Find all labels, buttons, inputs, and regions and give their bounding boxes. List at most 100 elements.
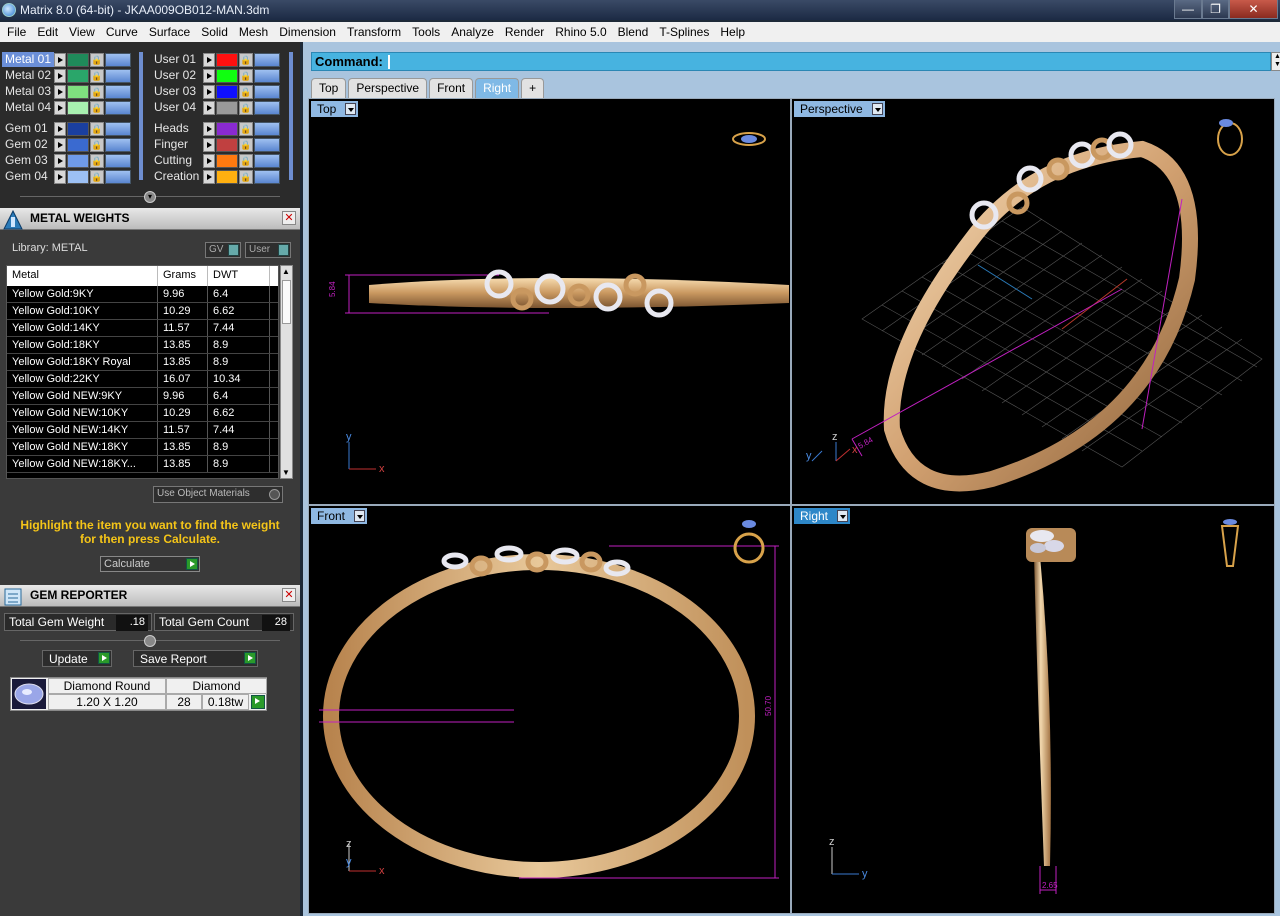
lock-icon[interactable]: 🔒 (239, 100, 253, 115)
table-row[interactable]: Yellow Gold NEW:9KY 9.96 6.4 (7, 388, 278, 405)
layer-name[interactable]: Heads (151, 121, 203, 136)
layer-color-swatch[interactable] (67, 68, 89, 83)
menu-curve[interactable]: Curve (101, 25, 144, 39)
calculate-button[interactable]: Calculate (100, 556, 200, 572)
visibility-toggle[interactable] (105, 153, 131, 168)
layer-row-metal-02[interactable]: Metal 02 🔒 (2, 68, 131, 83)
layer-color-swatch[interactable] (67, 169, 89, 184)
layer-color-swatch[interactable] (216, 68, 238, 83)
visibility-toggle[interactable] (254, 169, 280, 184)
expand-arrow-icon[interactable] (203, 100, 215, 115)
layer-color-swatch[interactable] (67, 153, 89, 168)
visibility-toggle[interactable] (254, 121, 280, 136)
command-bar[interactable]: Command: ▲ ▼ (311, 52, 1280, 71)
layer-color-swatch[interactable] (67, 137, 89, 152)
layer-color-swatch[interactable] (67, 100, 89, 115)
table-row[interactable]: Yellow Gold:18KY 13.85 8.9 (7, 337, 278, 354)
layer-row-gem-04[interactable]: Gem 04 🔒 (2, 169, 131, 184)
layer-row-gem-02[interactable]: Gem 02 🔒 (2, 137, 131, 152)
chevron-down-icon[interactable] (871, 103, 883, 115)
menu-edit[interactable]: Edit (32, 25, 64, 39)
lock-icon[interactable]: 🔒 (239, 84, 253, 99)
layer-color-swatch[interactable] (216, 121, 238, 136)
visibility-toggle[interactable] (105, 169, 131, 184)
expand-arrow-icon[interactable] (203, 84, 215, 99)
table-row[interactable]: Yellow Gold:22KY 16.07 10.34 (7, 371, 278, 388)
table-row[interactable]: Yellow Gold NEW:18KY... 13.85 8.9 (7, 456, 278, 473)
visibility-toggle[interactable] (105, 52, 131, 67)
table-row[interactable]: Yellow Gold NEW:14KY 11.57 7.44 (7, 422, 278, 439)
menu-mesh[interactable]: Mesh (234, 25, 274, 39)
expand-arrow-icon[interactable] (54, 68, 66, 83)
perspective-viewport[interactable]: 5.84 y z x Perspective (791, 98, 1275, 505)
layer-row-user-02[interactable]: User 02 🔒 (151, 68, 280, 83)
viewport-label-perspective[interactable]: Perspective (794, 101, 885, 117)
visibility-toggle[interactable] (254, 153, 280, 168)
lock-icon[interactable]: 🔒 (90, 100, 104, 115)
scroll-up-icon[interactable]: ▲ (282, 267, 290, 276)
visibility-toggle[interactable] (105, 84, 131, 99)
metal-table-scrollbar[interactable]: ▲ ▼ (280, 265, 293, 479)
table-row[interactable]: Yellow Gold NEW:18KY 13.85 8.9 (7, 439, 278, 456)
layer-row-user-03[interactable]: User 03 🔒 (151, 84, 280, 99)
table-row[interactable]: Yellow Gold NEW:10KY 10.29 6.62 (7, 405, 278, 422)
lock-icon[interactable]: 🔒 (90, 169, 104, 184)
table-row[interactable]: Yellow Gold:18KY Royal 13.85 8.9 (7, 354, 278, 371)
update-button[interactable]: Update (42, 650, 112, 667)
collapse-toggle[interactable]: ▾ (144, 191, 156, 203)
menu-solid[interactable]: Solid (196, 25, 234, 39)
menu-analyze[interactable]: Analyze (446, 25, 500, 39)
gv-toggle[interactable]: GV (205, 242, 241, 258)
table-row[interactable]: Yellow Gold:14KY 11.57 7.44 (7, 320, 278, 337)
layer-name[interactable]: Cutting (151, 153, 203, 168)
layer-color-swatch[interactable] (67, 84, 89, 99)
gem-list-item[interactable]: Diamond Round Diamond 1.20 X 1.20 28 0.1… (10, 677, 267, 711)
table-row[interactable]: Yellow Gold:10KY 10.29 6.62 (7, 303, 278, 320)
table-row[interactable]: Yellow Gold:9KY 9.96 6.4 (7, 286, 278, 303)
menu-tools[interactable]: Tools (407, 25, 446, 39)
lock-icon[interactable]: 🔒 (90, 52, 104, 67)
visibility-toggle[interactable] (254, 137, 280, 152)
lock-icon[interactable]: 🔒 (239, 153, 253, 168)
visibility-toggle[interactable] (254, 68, 280, 83)
right-viewport[interactable]: 2.65 z y Right (791, 505, 1275, 914)
tab-perspective[interactable]: Perspective (348, 78, 428, 98)
visibility-toggle[interactable] (105, 121, 131, 136)
layer-row-metal-03[interactable]: Metal 03 🔒 (2, 84, 131, 99)
expand-arrow-icon[interactable] (203, 137, 215, 152)
lock-icon[interactable]: 🔒 (239, 169, 253, 184)
tab-top[interactable]: Top (311, 78, 347, 98)
layer-row-finger[interactable]: Finger 🔒 (151, 137, 280, 152)
menu-t-splines[interactable]: T-Splines (654, 25, 715, 39)
layer-name[interactable]: User 03 (151, 84, 203, 99)
restore-button[interactable]: ❐ (1202, 0, 1229, 19)
menu-blend[interactable]: Blend (613, 25, 655, 39)
layer-row-gem-01[interactable]: Gem 01 🔒 (2, 121, 131, 136)
layer-name[interactable]: Gem 03 (2, 153, 54, 168)
expand-arrow-icon[interactable] (54, 153, 66, 168)
column-header-dwt[interactable]: DWT (208, 266, 270, 286)
chevron-down-icon[interactable] (354, 510, 366, 522)
layer-color-swatch[interactable] (216, 153, 238, 168)
lock-icon[interactable]: 🔒 (90, 84, 104, 99)
gem-select-button[interactable] (251, 695, 265, 709)
expand-arrow-icon[interactable] (54, 137, 66, 152)
visibility-toggle[interactable] (105, 100, 131, 115)
layer-row-heads[interactable]: Heads 🔒 (151, 121, 280, 136)
front-viewport[interactable]: 50.70 z y x Front (308, 505, 791, 914)
visibility-toggle[interactable] (105, 137, 131, 152)
layer-name[interactable]: Finger (151, 137, 203, 152)
layer-name[interactable]: Gem 01 (2, 121, 54, 136)
expand-arrow-icon[interactable] (203, 121, 215, 136)
expand-arrow-icon[interactable] (54, 121, 66, 136)
close-window-button[interactable]: ✕ (1229, 0, 1278, 19)
expand-arrow-icon[interactable] (203, 68, 215, 83)
menu-surface[interactable]: Surface (144, 25, 196, 39)
layer-row-creation[interactable]: Creation 🔒 (151, 169, 280, 184)
layer-name[interactable]: Metal 04 (2, 100, 54, 115)
expand-arrow-icon[interactable] (54, 52, 66, 67)
lock-icon[interactable]: 🔒 (239, 121, 253, 136)
lock-icon[interactable]: 🔒 (90, 137, 104, 152)
layer-color-swatch[interactable] (67, 52, 89, 67)
menu-dimension[interactable]: Dimension (274, 25, 342, 39)
